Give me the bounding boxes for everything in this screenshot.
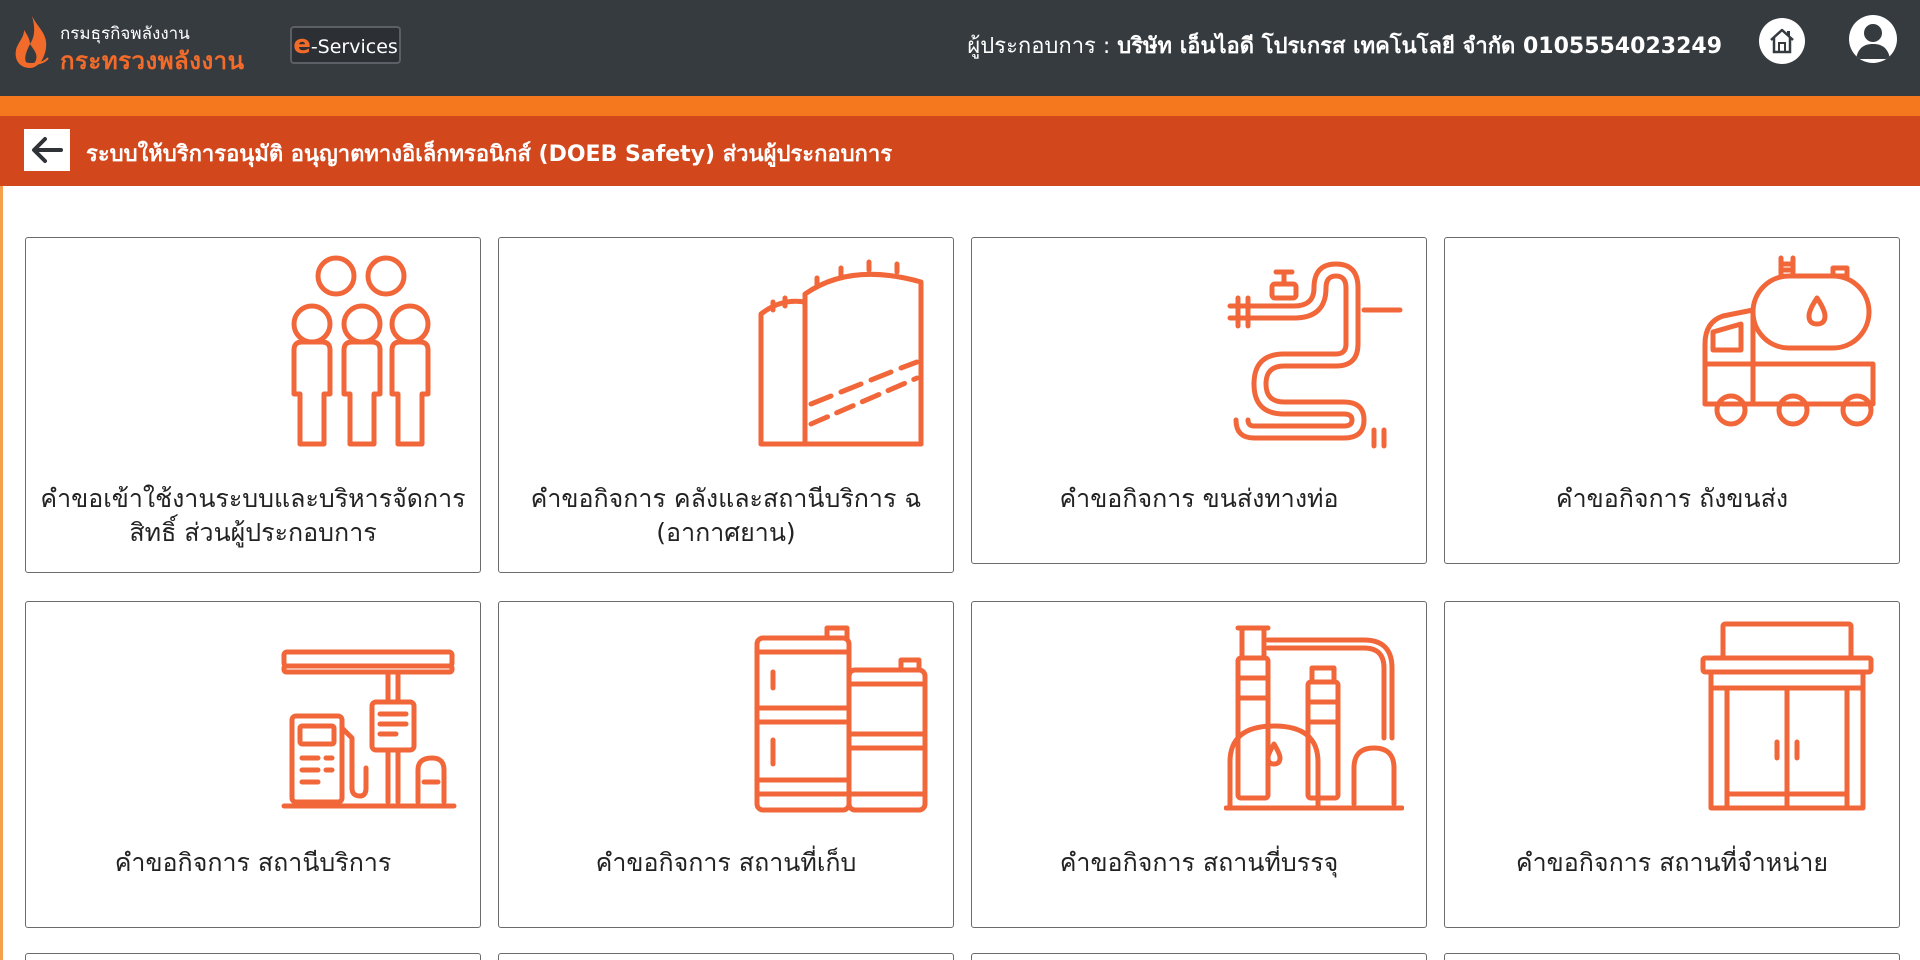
top-header: กรมธุรกิจพลังงาน กระทรวงพลังงาน e-Servic… (0, 0, 1920, 96)
card-service-station[interactable]: คำขอกิจการ สถานีบริการ (25, 601, 481, 928)
refinery-plant-icon (1224, 625, 1404, 811)
card-label: คำขอกิจการ สถานที่จำหน่าย (1515, 848, 1829, 877)
people-group-icon (291, 255, 431, 447)
page-title: ระบบให้บริการอนุมัติ อนุญาตทางอิเล็กทรอน… (86, 142, 893, 167)
card-operator-access[interactable]: คำขอเข้าใช้งานระบบและบริหารจัดการสิทธิ์ … (25, 237, 481, 573)
card-distribution-place[interactable]: คำขอกิจการ สถานที่จำหน่าย (1444, 601, 1900, 928)
card-label: คำขอกิจการ ถังขนส่ง (1555, 484, 1789, 513)
fuel-station-icon (281, 649, 457, 809)
card-label: คำขอเข้าใช้งานระบบและบริหารจัดการสิทธิ์ … (40, 484, 466, 547)
operator-info: ผู้ประกอบการ : บริษัท เอ็นไอดี โปรเกรส เ… (967, 28, 1722, 63)
card-partial[interactable] (25, 953, 481, 960)
eservices-text: -Services (310, 36, 398, 58)
left-edge-strip (0, 186, 3, 960)
arrow-left-icon (32, 137, 63, 163)
storage-tanks-icon (758, 259, 924, 447)
card-label: คำขอกิจการ สถานที่บรรจุ (1059, 848, 1339, 877)
card-partial[interactable] (1444, 953, 1900, 960)
home-icon (1770, 28, 1794, 54)
card-partial[interactable] (498, 953, 954, 960)
accent-strip (0, 96, 1920, 116)
card-label: คำขอกิจการ คลังและสถานีบริการ ฉ (อากาศยา… (530, 484, 922, 547)
card-transport-tank[interactable]: คำขอกิจการ ถังขนส่ง (1444, 237, 1900, 564)
tanker-truck-icon (1702, 255, 1876, 427)
card-filling-place[interactable]: คำขอกิจการ สถานที่บรรจุ (971, 601, 1427, 928)
operator-label: ผู้ประกอบการ : (967, 34, 1118, 59)
home-button[interactable] (1759, 18, 1805, 64)
card-label: คำขอกิจการ สถานีบริการ (114, 848, 392, 877)
page-title-bar: ระบบให้บริการอนุมัติ อนุญาตทางอิเล็กทรอน… (0, 116, 1920, 186)
pipeline-icon (1227, 261, 1403, 449)
flame-logo-icon (15, 16, 49, 68)
operator-company: บริษัท เอ็นไอดี โปรเกรส เทคโนโลยี จำกัด … (1117, 34, 1722, 59)
doeb-logo[interactable]: กรมธุรกิจพลังงาน กระทรวงพลังงาน (8, 10, 298, 75)
card-pipeline[interactable]: คำขอกิจการ ขนส่งทางท่อ (971, 237, 1427, 564)
card-label: คำขอกิจการ สถานที่เก็บ (595, 848, 857, 877)
oil-barrels-icon (754, 625, 928, 813)
card-label: คำขอกิจการ ขนส่งทางท่อ (1059, 484, 1339, 513)
eservices-e-letter: e (293, 30, 311, 60)
shop-building-icon (1700, 621, 1874, 811)
card-storage-place[interactable]: คำขอกิจการ สถานที่เก็บ (498, 601, 954, 928)
card-partial[interactable] (971, 953, 1427, 960)
user-profile-button[interactable] (1849, 15, 1897, 63)
eservices-badge[interactable]: e-Services (290, 26, 401, 64)
back-button[interactable] (24, 129, 70, 171)
card-depot-aviation[interactable]: คำขอกิจการ คลังและสถานีบริการ ฉ (อากาศยา… (498, 237, 954, 573)
user-avatar-icon (1856, 24, 1890, 59)
logo-ministry-text: กระทรวงพลังงาน (60, 47, 245, 75)
